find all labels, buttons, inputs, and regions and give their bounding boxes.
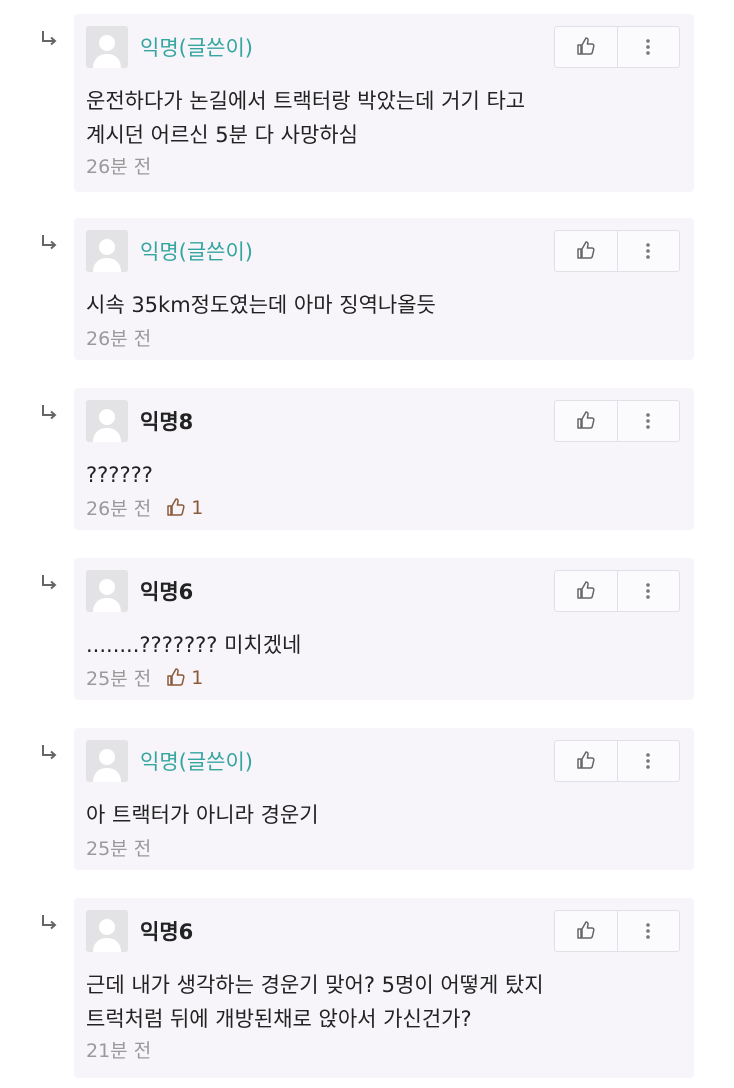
more-options-button[interactable] bbox=[616, 231, 680, 271]
comment-item: 익명6 ........??????? 미치겠네 25분 전 1 bbox=[0, 558, 734, 700]
thumbs-up-icon bbox=[165, 497, 191, 519]
comment-author[interactable]: 익명(글쓴이) bbox=[140, 32, 253, 62]
default-avatar-icon[interactable] bbox=[86, 570, 128, 612]
comment-text-line: 시속 35km정도였는데 아마 징역나올듯 bbox=[86, 293, 436, 317]
thumbs-up-icon bbox=[165, 667, 191, 689]
comment-body: 아 트랙터가 아니라 경운기 bbox=[86, 798, 634, 832]
comment-card: 익명6 ........??????? 미치겠네 25분 전 1 bbox=[74, 558, 694, 700]
like-button[interactable] bbox=[555, 231, 617, 271]
thumbs-up-icon bbox=[575, 240, 597, 262]
more-vertical-icon bbox=[645, 241, 651, 261]
like-count: 1 bbox=[191, 496, 204, 519]
comment-meta: 25분 전 bbox=[86, 834, 151, 861]
more-vertical-icon bbox=[645, 921, 651, 941]
thumbs-up-icon bbox=[575, 36, 597, 58]
more-options-button[interactable] bbox=[616, 571, 680, 611]
comment-text-line: 계시던 어르신 5분 다 사망하심 bbox=[86, 123, 358, 147]
comment-time: 26분 전 bbox=[86, 328, 152, 350]
comment-time: 25분 전 bbox=[86, 838, 152, 860]
comment-author[interactable]: 익명(글쓴이) bbox=[140, 236, 253, 266]
thumbs-up-icon bbox=[575, 750, 597, 772]
like-button[interactable] bbox=[555, 911, 617, 951]
comment-meta: 26분 전 1 bbox=[86, 494, 203, 521]
more-vertical-icon bbox=[645, 37, 651, 57]
reply-arrow-icon bbox=[38, 402, 60, 424]
thumbs-up-icon bbox=[575, 920, 597, 942]
comment-actions bbox=[554, 740, 680, 782]
comment-card: 익명(글쓴이) 시속 35km정도였는데 아마 징역나올듯 26분 전 bbox=[74, 218, 694, 360]
default-avatar-icon[interactable] bbox=[86, 400, 128, 442]
comment-body: ........??????? 미치겠네 bbox=[86, 628, 634, 662]
reply-arrow-icon bbox=[38, 572, 60, 594]
comment-time: 26분 전 bbox=[86, 498, 152, 520]
like-button[interactable] bbox=[555, 401, 617, 441]
comment-time: 26분 전 bbox=[86, 156, 152, 178]
comment-card: 익명(글쓴이) 운전하다가 논길에서 트랙터랑 박았는데 거기 타고계시던 어르신… bbox=[74, 14, 694, 192]
comment-item: 익명(글쓴이) 아 트랙터가 아니라 경운기 25분 전 bbox=[0, 728, 734, 870]
comment-card: 익명(글쓴이) 아 트랙터가 아니라 경운기 25분 전 bbox=[74, 728, 694, 870]
like-button[interactable] bbox=[555, 741, 617, 781]
like-count: 1 bbox=[191, 666, 204, 689]
comment-thread: 익명(글쓴이) 운전하다가 논길에서 트랙터랑 박았는데 거기 타고계시던 어르신… bbox=[0, 0, 734, 1088]
more-vertical-icon bbox=[645, 581, 651, 601]
comment-item: 익명8?????? 26분 전 1 bbox=[0, 388, 734, 530]
comment-author[interactable]: 익명(글쓴이) bbox=[140, 746, 253, 776]
comment-body: 시속 35km정도였는데 아마 징역나올듯 bbox=[86, 288, 634, 322]
comment-time: 21분 전 bbox=[86, 1040, 152, 1062]
comment-author[interactable]: 익명8 bbox=[140, 406, 193, 436]
comment-meta: 21분 전 bbox=[86, 1036, 151, 1063]
default-avatar-icon[interactable] bbox=[86, 230, 128, 272]
comment-item: 익명(글쓴이) 시속 35km정도였는데 아마 징역나올듯 26분 전 bbox=[0, 218, 734, 360]
reply-arrow-icon bbox=[38, 742, 60, 764]
more-options-button[interactable] bbox=[616, 401, 680, 441]
comment-card: 익명6 근데 내가 생각하는 경운기 맞어? 5명이 어떻게 탔지트럭처럼 뒤에 … bbox=[74, 898, 694, 1078]
comment-body: ?????? bbox=[86, 458, 634, 492]
more-options-button[interactable] bbox=[616, 741, 680, 781]
comment-body: 근데 내가 생각하는 경운기 맞어? 5명이 어떻게 탔지트럭처럼 뒤에 개방된… bbox=[86, 968, 634, 1036]
comment-time: 25분 전 bbox=[86, 668, 152, 690]
comment-text-line: ?????? bbox=[86, 463, 153, 487]
comment-actions bbox=[554, 26, 680, 68]
comment-body: 운전하다가 논길에서 트랙터랑 박았는데 거기 타고계시던 어르신 5분 다 사… bbox=[86, 84, 634, 152]
comment-text-line: 근데 내가 생각하는 경운기 맞어? 5명이 어떻게 탔지 bbox=[86, 973, 544, 997]
comment-text-line: ........??????? 미치겠네 bbox=[86, 633, 302, 657]
comment-meta: 26분 전 bbox=[86, 324, 151, 351]
like-count-badge[interactable]: 1 bbox=[165, 667, 203, 689]
comment-text-line: 운전하다가 논길에서 트랙터랑 박았는데 거기 타고 bbox=[86, 89, 526, 113]
comment-actions bbox=[554, 400, 680, 442]
like-button[interactable] bbox=[555, 27, 617, 67]
more-vertical-icon bbox=[645, 411, 651, 431]
comment-card: 익명8?????? 26분 전 1 bbox=[74, 388, 694, 530]
comment-item: 익명6 근데 내가 생각하는 경운기 맞어? 5명이 어떻게 탔지트럭처럼 뒤에 … bbox=[0, 898, 734, 1078]
comment-actions bbox=[554, 910, 680, 952]
reply-arrow-icon bbox=[38, 28, 60, 50]
default-avatar-icon[interactable] bbox=[86, 740, 128, 782]
comment-item: 익명(글쓴이) 운전하다가 논길에서 트랙터랑 박았는데 거기 타고계시던 어르신… bbox=[0, 14, 734, 192]
thumbs-up-icon bbox=[575, 580, 597, 602]
more-options-button[interactable] bbox=[616, 27, 680, 67]
comment-actions bbox=[554, 230, 680, 272]
thumbs-up-icon bbox=[575, 410, 597, 432]
default-avatar-icon[interactable] bbox=[86, 26, 128, 68]
comment-meta: 26분 전 bbox=[86, 152, 151, 179]
comment-author[interactable]: 익명6 bbox=[140, 916, 193, 946]
comment-author[interactable]: 익명6 bbox=[140, 576, 193, 606]
like-button[interactable] bbox=[555, 571, 617, 611]
reply-arrow-icon bbox=[38, 912, 60, 934]
more-vertical-icon bbox=[645, 751, 651, 771]
reply-arrow-icon bbox=[38, 232, 60, 254]
default-avatar-icon[interactable] bbox=[86, 910, 128, 952]
more-options-button[interactable] bbox=[616, 911, 680, 951]
comment-text-line: 트럭처럼 뒤에 개방된채로 앉아서 가신건가? bbox=[86, 1007, 472, 1031]
comment-actions bbox=[554, 570, 680, 612]
like-count-badge[interactable]: 1 bbox=[165, 497, 203, 519]
comment-text-line: 아 트랙터가 아니라 경운기 bbox=[86, 803, 319, 827]
comment-meta: 25분 전 1 bbox=[86, 664, 203, 691]
